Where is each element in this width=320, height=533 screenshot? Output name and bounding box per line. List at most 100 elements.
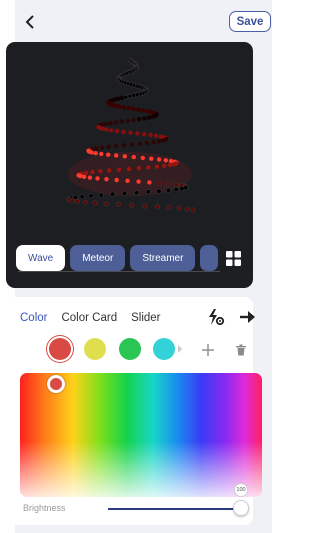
preview-divider — [18, 271, 240, 272]
led-dot — [134, 190, 140, 196]
led-dot — [114, 128, 120, 134]
led-dot — [156, 157, 162, 162]
color-picker-handle[interactable] — [47, 375, 65, 393]
led-dot — [98, 192, 104, 198]
led-dot — [84, 170, 89, 176]
color-swatch-green[interactable] — [119, 338, 141, 360]
led-dot — [179, 186, 185, 192]
trash-icon[interactable] — [235, 344, 247, 356]
back-button[interactable] — [22, 12, 38, 32]
led-dot — [136, 179, 141, 184]
save-button[interactable]: Save — [229, 11, 271, 32]
led-dot — [88, 193, 94, 199]
led-dot — [173, 182, 179, 188]
led-dot — [163, 158, 168, 163]
led-dot — [99, 151, 104, 157]
led-dot — [106, 144, 111, 149]
led-dot — [127, 93, 133, 99]
led-dot — [93, 151, 98, 156]
led-dot — [142, 132, 147, 137]
led-dot — [131, 117, 136, 123]
led-dot — [142, 203, 148, 209]
led-dot — [103, 201, 109, 207]
led-dot — [162, 163, 167, 168]
led-dot — [94, 146, 99, 151]
led-dot — [136, 107, 141, 112]
led-dot — [166, 205, 172, 211]
color-swatch-cyan[interactable] — [153, 338, 175, 360]
led-dot — [113, 103, 118, 108]
led-dot — [145, 189, 151, 195]
led-dot — [109, 128, 114, 133]
led-dot — [171, 162, 177, 167]
led-dot — [114, 143, 119, 149]
led-dot — [122, 154, 128, 159]
led-dot — [147, 180, 152, 185]
tab-color-card[interactable]: Color Card — [61, 312, 117, 324]
led-dot — [149, 156, 154, 161]
led-dot — [121, 143, 127, 148]
led-dot — [160, 138, 165, 143]
effect-streamer-button[interactable]: Streamer — [130, 245, 196, 271]
led-dot — [167, 162, 173, 168]
led-dot — [156, 188, 162, 194]
led-dot — [116, 167, 122, 172]
led-dot — [157, 180, 163, 186]
flash-settings-icon[interactable] — [207, 308, 225, 326]
led-dot — [146, 115, 151, 120]
brightness-slider-track[interactable] — [108, 508, 241, 510]
led-dot — [131, 93, 136, 98]
led-dot — [129, 142, 135, 147]
brightness-slider-thumb[interactable] — [233, 500, 249, 516]
led-dot — [166, 181, 172, 187]
swatch-scroll-indicator — [178, 345, 182, 353]
led-dot — [121, 105, 127, 110]
color-swatch-yellow[interactable] — [84, 338, 106, 360]
led-dot — [128, 130, 133, 135]
brightness-label: Brightness — [23, 503, 66, 513]
led-dot — [173, 187, 179, 193]
led-dot — [137, 117, 142, 122]
led-dot — [154, 204, 160, 210]
led-dot — [79, 194, 85, 200]
color-mode-tabs: Color Color Card Slider — [20, 312, 161, 324]
led-dot — [129, 202, 135, 208]
tab-slider[interactable]: Slider — [131, 312, 160, 324]
led-dot — [95, 176, 100, 181]
plus-icon[interactable] — [202, 344, 214, 356]
led-dot — [126, 166, 132, 172]
led-dot — [104, 177, 109, 182]
effect-wave-button[interactable]: Wave — [16, 245, 66, 271]
led-dot — [81, 174, 87, 179]
led-dot — [116, 202, 122, 208]
arrow-right-icon[interactable] — [238, 308, 256, 326]
led-dot — [106, 152, 111, 157]
led-dot — [108, 121, 113, 126]
light-tree-preview — [66, 57, 196, 213]
led-dot — [104, 121, 109, 127]
led-dot — [78, 173, 83, 179]
effect-meteor-button[interactable]: Meteor — [70, 245, 126, 271]
led-dot — [137, 141, 142, 146]
led-dot — [92, 200, 98, 206]
led-dot — [69, 198, 75, 204]
led-dot — [114, 153, 119, 158]
led-dot — [126, 106, 131, 111]
led-dot — [131, 154, 136, 160]
led-dot — [176, 205, 182, 211]
effect-grid-button[interactable] — [220, 244, 246, 272]
brightness-value-badge: 100 — [234, 483, 248, 497]
tab-color[interactable]: Color — [20, 312, 47, 324]
led-dot — [135, 131, 140, 136]
led-dot — [166, 187, 172, 193]
led-dot — [136, 166, 142, 171]
effect-next-button[interactable] — [200, 245, 219, 271]
led-dot — [151, 139, 156, 145]
led-dot — [153, 133, 159, 138]
color-swatch-red[interactable] — [49, 338, 71, 360]
led-dot — [117, 104, 122, 109]
led-dot — [90, 169, 95, 175]
led-dot — [110, 191, 116, 197]
led-dot — [140, 155, 145, 161]
led-dot — [98, 169, 103, 174]
